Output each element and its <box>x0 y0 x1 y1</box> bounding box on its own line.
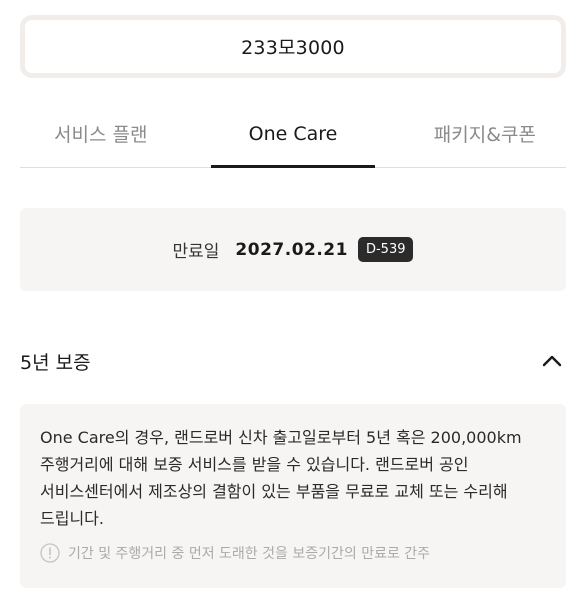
chevron-up-icon[interactable] <box>540 349 564 373</box>
tab-service-plan-label: 서비스 플랜 <box>54 124 148 146</box>
tab-package-coupon[interactable]: 패키지&쿠폰 <box>375 106 566 167</box>
warranty-title: 5년 보증 <box>20 351 91 374</box>
expiry-date: 2027.02.21 <box>235 239 348 260</box>
warranty-note-text: 기간 및 주행거리 중 먼저 도래한 것을 보증기간의 만료로 간주 <box>68 546 431 562</box>
dday-badge: D-539 <box>357 237 414 262</box>
warranty-note: 기간 및 주행거리 중 먼저 도래한 것을 보증기간의 만료로 간주 <box>40 543 548 563</box>
tab-service-plan[interactable]: 서비스 플랜 <box>20 106 211 167</box>
expiry-label: 만료일 <box>172 242 220 262</box>
one-care-page: 233모3000 서비스 플랜 One Care 패키지&쿠폰 만료일 2027… <box>0 0 586 600</box>
warranty-info-card: One Care의 경우, 랜드로버 신차 출고일로부터 5년 혹은 200,0… <box>20 404 566 588</box>
tab-one-care-label: One Care <box>248 122 338 145</box>
vehicle-plate-box[interactable]: 233모3000 <box>20 15 566 78</box>
expiry-card: 만료일 2027.02.21 D-539 <box>20 208 566 291</box>
info-icon <box>40 543 60 563</box>
tab-package-coupon-label: 패키지&쿠폰 <box>433 124 536 146</box>
warranty-description: One Care의 경우, 랜드로버 신차 출고일로부터 5년 혹은 200,0… <box>40 428 522 528</box>
vehicle-plate-number: 233모3000 <box>241 37 345 59</box>
tab-one-care[interactable]: One Care <box>211 106 375 168</box>
warranty-section-header[interactable]: 5년 보증 <box>20 340 566 382</box>
tab-bar: 서비스 플랜 One Care 패키지&쿠폰 <box>20 106 566 168</box>
